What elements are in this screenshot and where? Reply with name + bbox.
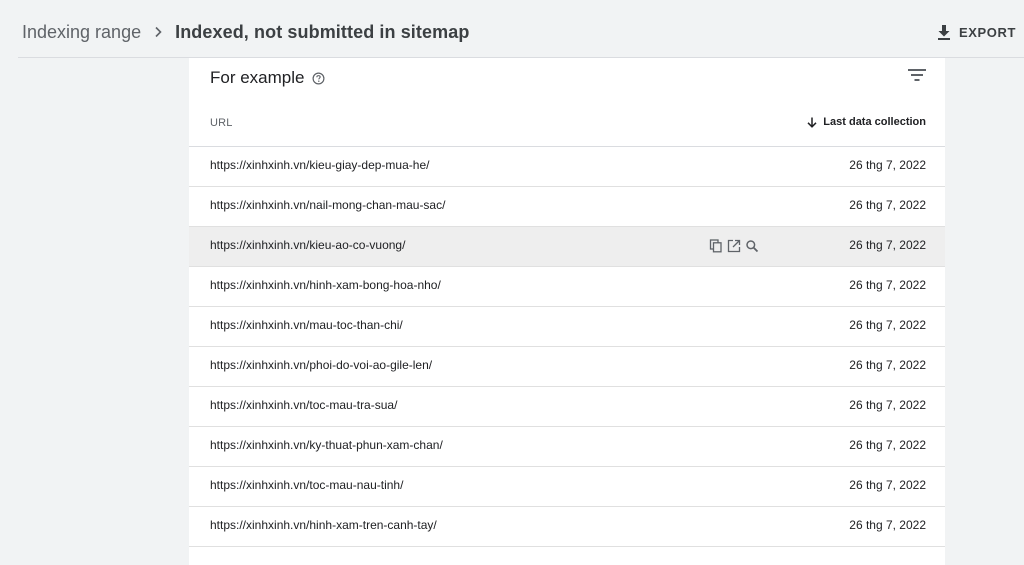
row-url[interactable]: https://xinhxinh.vn/nail-mong-chan-mau-s…	[210, 198, 445, 212]
row-url[interactable]: https://xinhxinh.vn/phoi-do-voi-ao-gile-…	[210, 358, 432, 372]
table-row[interactable]: https://xinhxinh.vn/hinh-xam-bong-hoa-nh…	[189, 267, 945, 307]
chevron-right-icon	[141, 26, 175, 38]
row-url[interactable]: https://xinhxinh.vn/mau-toc-than-chi/	[210, 318, 403, 332]
table-row[interactable]: https://xinhxinh.vn/nail-mong-chan-mau-s…	[189, 187, 945, 227]
row-date: 26 thg 7, 2022	[849, 318, 926, 332]
table-row[interactable]: https://xinhxinh.vn/toc-mau-nau-tinh/ 26…	[189, 467, 945, 507]
row-date: 26 thg 7, 2022	[849, 478, 926, 492]
top-bar: Indexing range Indexed, not submitted in…	[0, 0, 1024, 58]
row-date: 26 thg 7, 2022	[849, 398, 926, 412]
table-row[interactable]: https://xinhxinh.vn/phoi-do-voi-ao-gile-…	[189, 347, 945, 387]
breadcrumb: Indexing range Indexed, not submitted in…	[22, 20, 469, 44]
column-header-date-label: Last data collection	[823, 116, 926, 128]
row-date: 26 thg 7, 2022	[849, 278, 926, 292]
download-icon	[937, 24, 951, 40]
table-body: https://xinhxinh.vn/kieu-giay-dep-mua-he…	[189, 147, 945, 565]
row-date: 26 thg 7, 2022	[849, 198, 926, 212]
card-title: For example	[210, 67, 325, 89]
arrow-down-icon	[807, 117, 817, 128]
table-row[interactable]: https://xinhxinh.vn/kieu-giay-dep-mua-he…	[189, 147, 945, 187]
table-row[interactable]: https://xinhxinh.vn/kieu-ao-co-vuong/ 26…	[189, 227, 945, 267]
card-title-text: For example	[210, 68, 305, 87]
row-date: 26 thg 7, 2022	[849, 438, 926, 452]
row-url[interactable]: https://xinhxinh.vn/kieu-ao-co-vuong/	[210, 238, 405, 252]
breadcrumb-indexing-range[interactable]: Indexing range	[22, 22, 141, 43]
row-date: 26 thg 7, 2022	[849, 518, 926, 532]
column-header-last-data-collection[interactable]: Last data collection	[807, 116, 926, 128]
table-row-partial	[189, 547, 945, 565]
help-circle-icon[interactable]	[312, 72, 325, 85]
row-date: 26 thg 7, 2022	[849, 238, 926, 252]
open-in-new-icon[interactable]	[727, 239, 741, 253]
copy-icon[interactable]	[709, 239, 723, 253]
export-label: EXPORT	[958, 24, 1016, 40]
table-header: URL Last data collection	[189, 106, 945, 147]
table-row[interactable]: https://xinhxinh.vn/mau-toc-than-chi/ 26…	[189, 307, 945, 347]
export-button[interactable]: EXPORT	[937, 20, 1016, 44]
page-title: Indexed, not submitted in sitemap	[175, 21, 470, 42]
row-date: 26 thg 7, 2022	[849, 158, 926, 172]
row-url[interactable]: https://xinhxinh.vn/toc-mau-nau-tinh/	[210, 478, 403, 492]
row-url[interactable]: https://xinhxinh.vn/hinh-xam-tren-canh-t…	[210, 518, 437, 532]
table-row[interactable]: https://xinhxinh.vn/ky-thuat-phun-xam-ch…	[189, 427, 945, 467]
search-console-page: Indexing range Indexed, not submitted in…	[0, 0, 1024, 565]
table-row[interactable]: https://xinhxinh.vn/toc-mau-tra-sua/ 26 …	[189, 387, 945, 427]
row-url[interactable]: https://xinhxinh.vn/hinh-xam-bong-hoa-nh…	[210, 278, 441, 292]
row-url[interactable]: https://xinhxinh.vn/kieu-giay-dep-mua-he…	[210, 158, 429, 172]
table-row[interactable]: https://xinhxinh.vn/hinh-xam-tren-canh-t…	[189, 507, 945, 547]
filter-icon[interactable]	[908, 69, 926, 81]
row-actions	[709, 239, 759, 253]
examples-card: For example URL Last data collection htt…	[189, 58, 945, 565]
row-url[interactable]: https://xinhxinh.vn/ky-thuat-phun-xam-ch…	[210, 438, 443, 452]
column-header-url[interactable]: URL	[210, 117, 233, 129]
row-url[interactable]: https://xinhxinh.vn/toc-mau-tra-sua/	[210, 398, 397, 412]
search-icon[interactable]	[745, 239, 759, 253]
row-date: 26 thg 7, 2022	[849, 358, 926, 372]
